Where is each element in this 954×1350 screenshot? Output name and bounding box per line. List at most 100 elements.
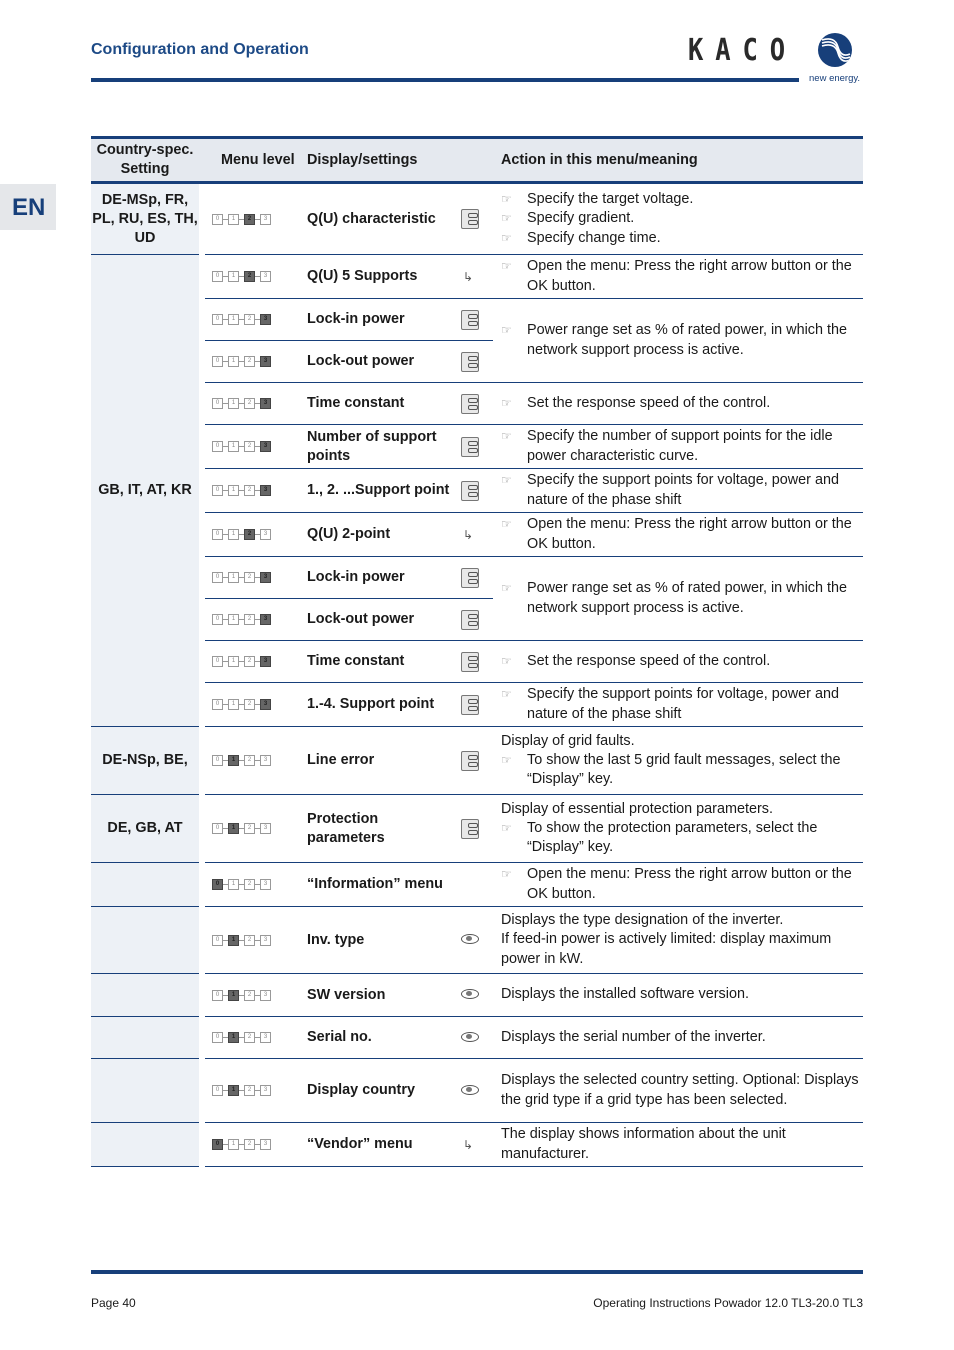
bullet-text: Specify the support points for voltage, … <box>527 686 839 722</box>
table-row: 0 1 2 3 Number of support points ☞ Specify the… <box>91 424 863 469</box>
menu-level-box: 1 <box>228 1085 239 1096</box>
menu-level-box: 0 <box>212 823 223 834</box>
action-bullet: ☞ Power range set as % of rated power, in… <box>501 321 863 359</box>
menu-level-box: 2 <box>244 213 255 225</box>
setting-label[interactable]: Inv. type <box>303 931 457 950</box>
bullet-text: Power range set as % of rated power, in … <box>527 322 847 358</box>
menu-level-box: 0 <box>212 529 223 540</box>
menu-level-box: 2 <box>244 823 255 834</box>
eye-icon <box>461 989 479 999</box>
menu-level-box: 1 <box>228 1139 239 1150</box>
setting-label[interactable]: Serial no. <box>303 1028 457 1047</box>
country-setting <box>91 906 199 974</box>
setting-label[interactable]: 1., 2. ...Support point <box>303 481 457 500</box>
setting-label[interactable]: Line error <box>303 751 457 770</box>
pointing-hand-icon: ☞ <box>501 687 512 702</box>
setting-label[interactable]: SW version <box>303 986 457 1005</box>
setting-label[interactable]: Protection parameters <box>303 810 457 848</box>
setting-label[interactable]: Display country <box>303 1081 457 1100</box>
action-bullet: ☞ Specify the target voltage. <box>501 190 863 209</box>
setting-label[interactable]: Number of support points <box>303 428 457 466</box>
action-bullet: ☞ Open the menu: Press the right arrow bu… <box>501 515 863 553</box>
setting-label[interactable]: Q(U) 2-point <box>303 525 457 544</box>
table-row: 0 1 2 3 SW version Displays the installed sof… <box>91 973 863 1017</box>
action-bullet: ☞ Open the menu: Press the right arrow bu… <box>501 257 863 295</box>
setting-label[interactable]: Lock-out power <box>303 352 457 371</box>
menu-level-box: 1 <box>228 614 239 625</box>
setting-label[interactable]: Lock-in power <box>303 568 457 587</box>
menu-level-box: 3 <box>260 755 271 766</box>
table-row: DE, GB, AT 0 1 2 3 Protection parameters Displ… <box>91 794 863 863</box>
table-row: 0 1 2 3 Serial no. Displays the serial number… <box>91 1016 863 1059</box>
pointing-hand-icon: ☞ <box>501 230 512 245</box>
action-bullet: ☞ To show the protection parameters, sele… <box>501 819 863 857</box>
pointing-hand-icon: ☞ <box>501 192 512 207</box>
bullet-text: Open the menu: Press the right arrow but… <box>527 866 852 902</box>
action-bullet: ☞ Set the response speed of the control. <box>501 394 863 413</box>
logo-wordmark: KACO <box>688 33 798 68</box>
action-description: ☞ Power range set as % of rated power, in… <box>493 577 863 619</box>
menu-level-box: 0 <box>212 934 223 946</box>
pointing-hand-icon: ☞ <box>501 429 512 444</box>
menu-level-box: 0 <box>212 879 223 890</box>
setting-label[interactable]: Time constant <box>303 652 457 671</box>
setting-label[interactable]: Lock-in power <box>303 310 457 329</box>
action-description: Displays the serial number of the invert… <box>493 1026 863 1049</box>
kaco-logo: KACO new energy. <box>688 33 868 93</box>
menu-level-box: 3 <box>260 656 271 667</box>
action-text: The display shows information about the … <box>501 1126 786 1162</box>
setting-label[interactable]: Q(U) 5 Supports <box>303 267 457 286</box>
menu-level-box: 2 <box>244 879 255 890</box>
menu-level-box: 0 <box>212 1139 223 1150</box>
menu-level-indicator: 0123 <box>205 314 303 325</box>
action-description: Displays the selected country setting. O… <box>493 1069 863 1111</box>
pointing-hand-icon: ☞ <box>501 473 512 488</box>
action-bullet: ☞ Specify the support points for voltage,… <box>501 685 863 723</box>
action-description: The display shows information about the … <box>493 1123 863 1165</box>
header-country: Country-spec. Setting <box>91 136 199 184</box>
settings-icon <box>461 309 479 330</box>
menu-level-indicator: 0123 <box>205 213 303 225</box>
menu-level-indicator: 0123 <box>205 989 303 1001</box>
menu-level-box: 2 <box>244 1032 255 1043</box>
menu-level-box: 2 <box>244 485 255 496</box>
menu-level-box: 2 <box>244 356 255 367</box>
menu-level-box: 3 <box>260 572 271 583</box>
settings-icon <box>461 480 479 501</box>
bullet-text: Open the menu: Press the right arrow but… <box>527 258 852 294</box>
setting-label[interactable]: Lock-out power <box>303 610 457 629</box>
bullet-text: To show the last 5 grid fault messages, … <box>527 751 841 788</box>
pointing-hand-icon: ☞ <box>501 259 512 274</box>
action-text: If feed-in power is actively limited: di… <box>501 931 832 967</box>
bullet-text: Open the menu: Press the right arrow but… <box>527 516 852 552</box>
eye-icon <box>461 1084 479 1095</box>
eye-icon <box>461 934 479 944</box>
menu-level-box: 2 <box>244 314 255 325</box>
setting-label[interactable]: “Information” menu <box>303 875 457 894</box>
page-number: Page 40 <box>91 1296 136 1310</box>
action-bullet: ☞ Power range set as % of rated power, in… <box>501 579 863 617</box>
menu-level-box: 1 <box>228 989 239 1001</box>
table-row: DE-NSp, BE, 0 1 2 3 Line error Display of grid… <box>91 726 863 795</box>
menu-level-box: 1 <box>228 441 239 452</box>
setting-label[interactable]: 1.-4. Support point <box>303 695 457 714</box>
submenu-arrow-icon: ↳ <box>463 269 474 284</box>
menu-level-box: 2 <box>244 699 255 710</box>
setting-label[interactable]: “Vendor” menu <box>303 1135 457 1154</box>
setting-label[interactable]: Q(U) characteristic <box>303 210 457 229</box>
submenu-arrow-icon: ↳ <box>463 527 474 542</box>
settings-icon <box>461 818 479 839</box>
menu-table: Country-spec. Setting Menu level Display… <box>91 136 863 1167</box>
document-title: Operating Instructions Powador 12.0 TL3-… <box>593 1296 863 1310</box>
language-label: EN <box>12 194 46 221</box>
menu-level-box: 0 <box>212 614 223 625</box>
menu-level-box: 0 <box>212 271 223 282</box>
menu-level-box: 2 <box>244 441 255 452</box>
menu-level-indicator: 0123 <box>205 934 303 946</box>
menu-level-box: 1 <box>228 699 239 710</box>
setting-label[interactable]: Time constant <box>303 394 457 413</box>
menu-level-indicator: 0123 <box>205 823 303 834</box>
country-setting <box>91 862 199 907</box>
action-description: ☞ Set the response speed of the control. <box>493 392 863 415</box>
bullet-text: Specify the target voltage. <box>527 191 694 208</box>
